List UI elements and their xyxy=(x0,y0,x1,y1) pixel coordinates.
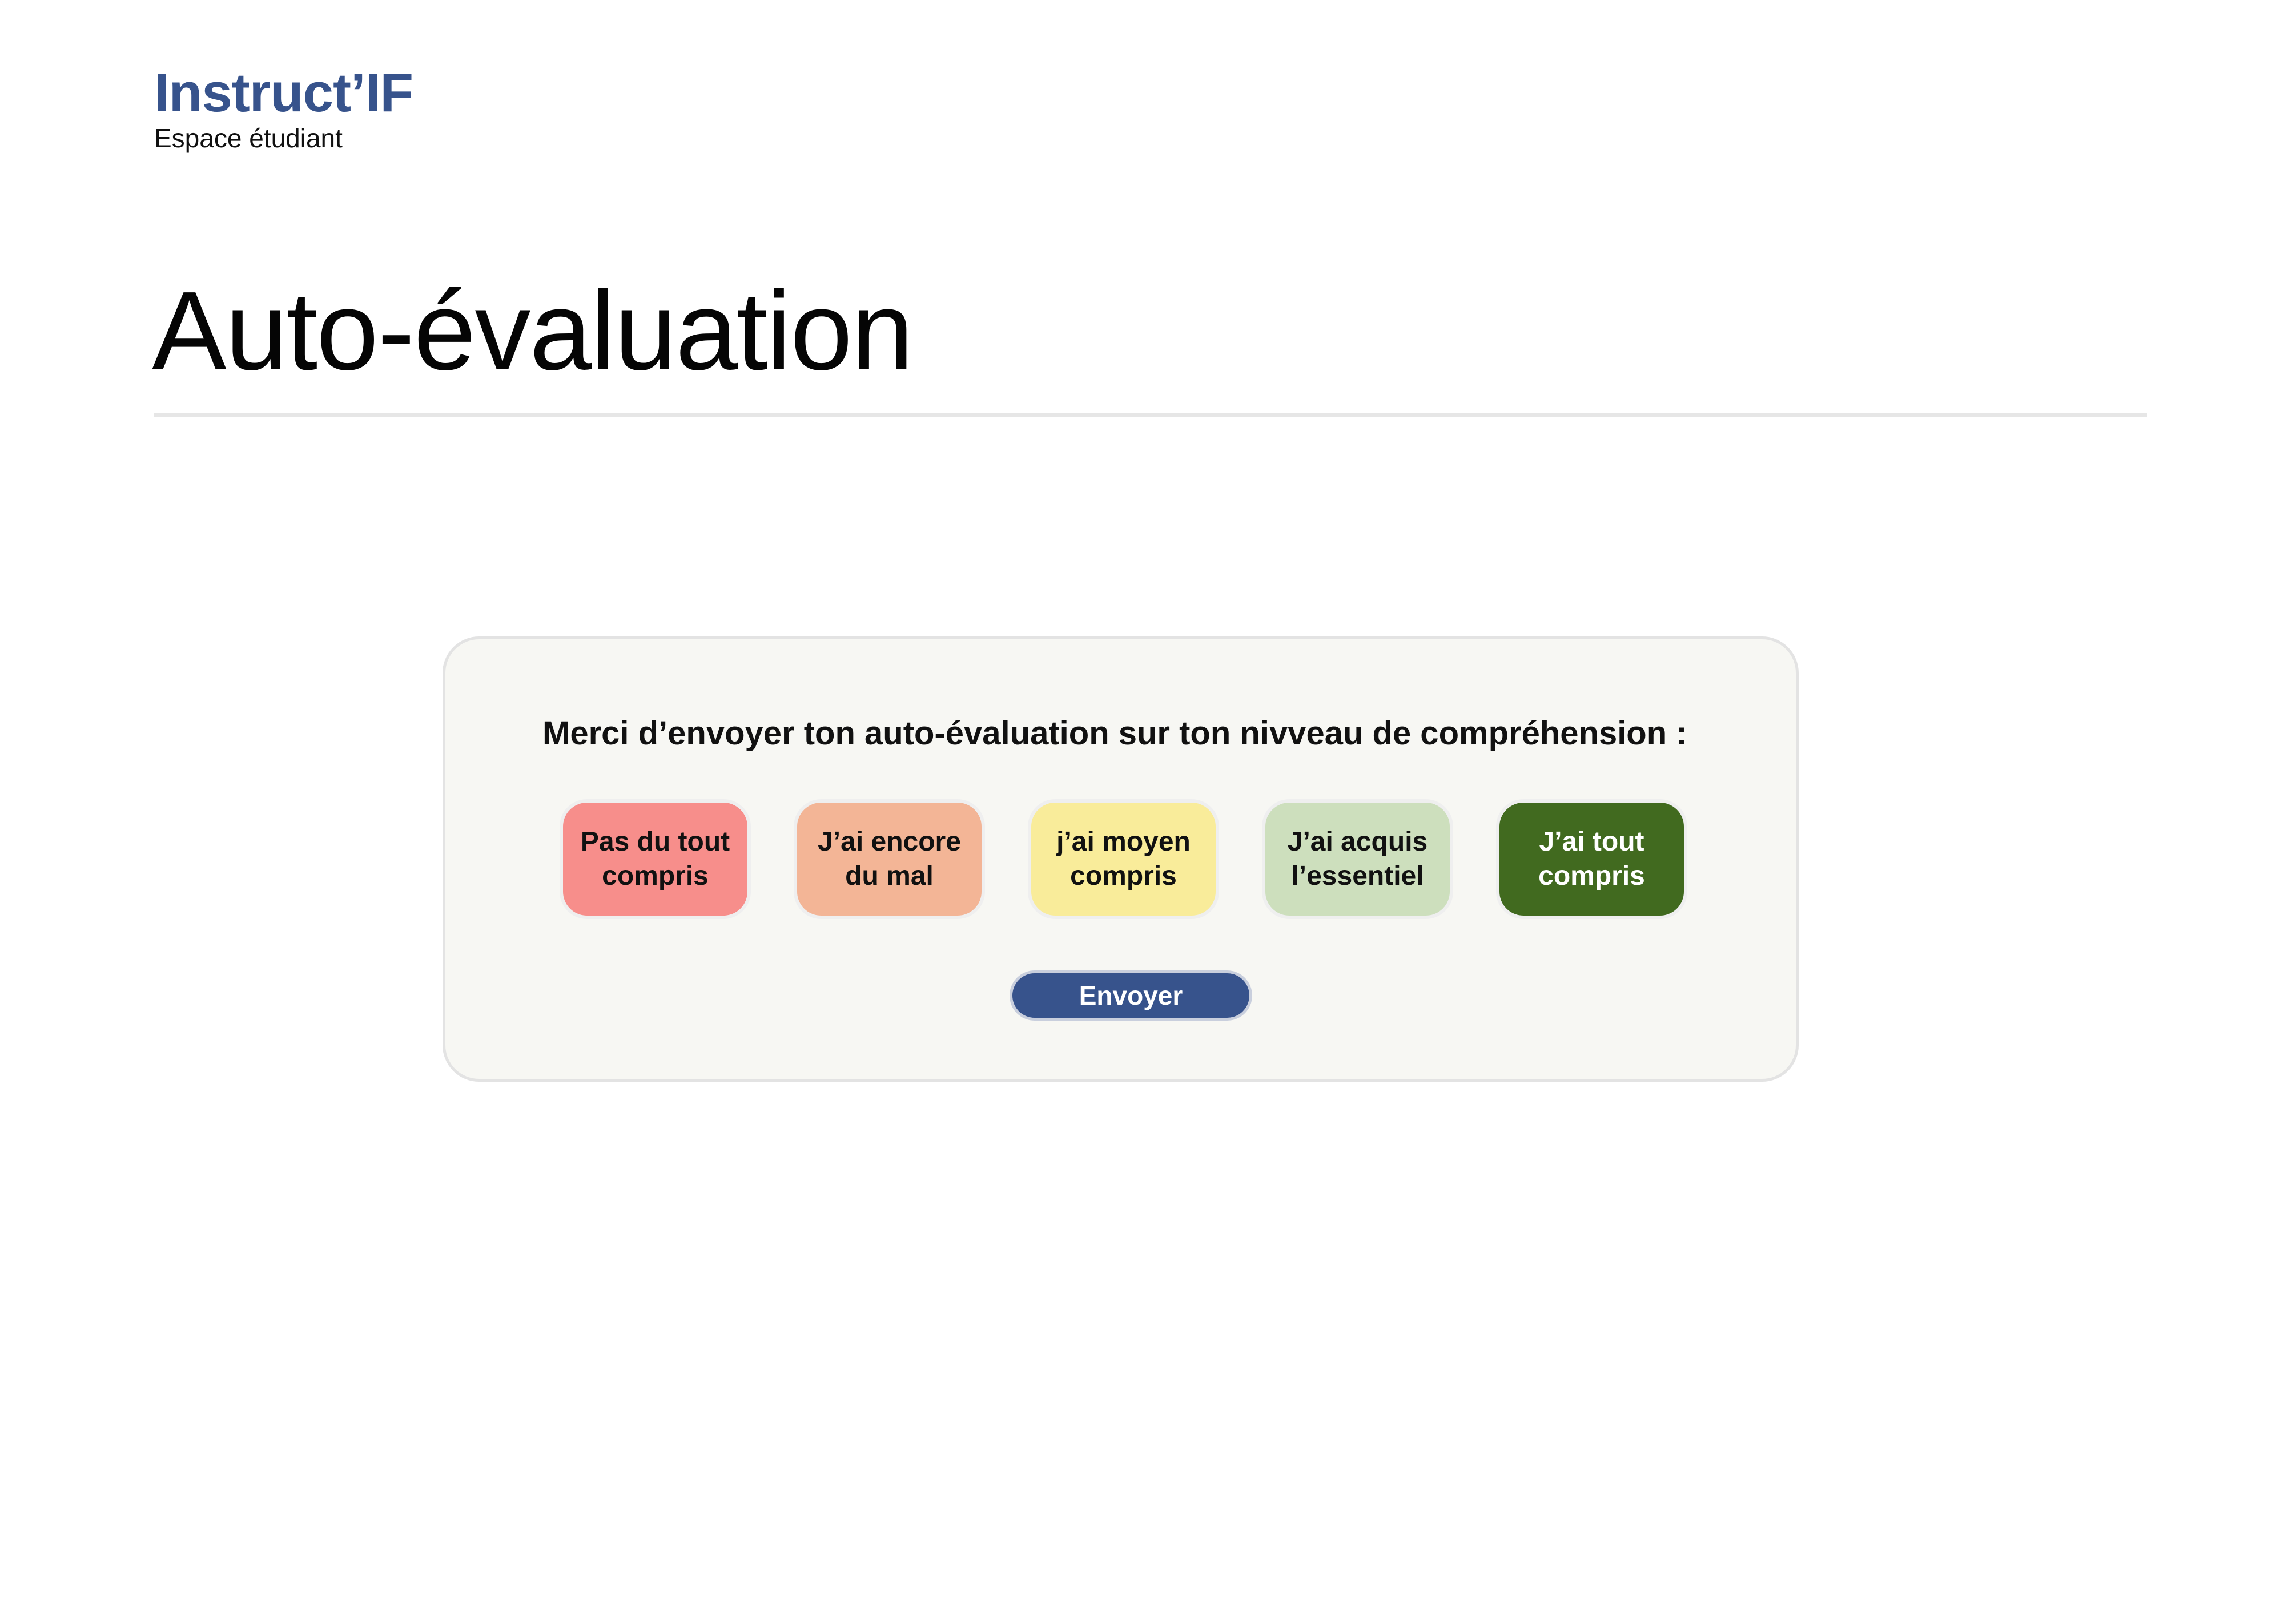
page-title: Auto-évaluation xyxy=(152,268,914,393)
app-subtitle: Espace étudiant xyxy=(154,123,343,153)
brand-header: Instruct’IF Espace étudiant xyxy=(154,62,413,154)
option-label: J’ai encore du mal xyxy=(818,827,961,891)
evaluation-options: Pas du tout compris J’ai encore du mal j… xyxy=(560,799,1687,919)
page: Instruct’IF Espace étudiant Auto-évaluat… xyxy=(0,0,2284,1624)
option-label: J’ai acquis l’essentiel xyxy=(1287,827,1428,891)
title-divider xyxy=(154,413,2147,417)
option-struggling-button[interactable]: J’ai encore du mal xyxy=(794,799,985,919)
self-evaluation-card: Merci d’envoyer ton auto-évaluation sur … xyxy=(443,636,1799,1082)
option-label: Pas du tout compris xyxy=(580,827,730,891)
option-label: j’ai moyen compris xyxy=(1056,827,1191,891)
evaluation-prompt: Merci d’envoyer ton auto-évaluation sur … xyxy=(542,715,1687,752)
option-not-understood-button[interactable]: Pas du tout compris xyxy=(560,799,751,919)
send-button[interactable]: Envoyer xyxy=(1010,970,1252,1021)
app-logo-text[interactable]: Instruct’IF xyxy=(154,62,413,124)
option-partially-understood-button[interactable]: j’ai moyen compris xyxy=(1028,799,1219,919)
option-essentials-acquired-button[interactable]: J’ai acquis l’essentiel xyxy=(1262,799,1453,919)
option-fully-understood-button[interactable]: J’ai tout compris xyxy=(1496,799,1687,919)
option-label: J’ai tout compris xyxy=(1538,827,1645,891)
